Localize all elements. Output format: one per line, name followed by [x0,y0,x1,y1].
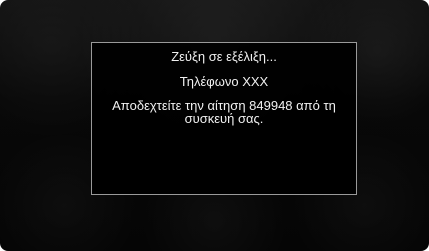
pairing-status-text: Ζεύξη σε εξέλιξη... [171,49,277,64]
device-name-text: Τηλέφωνο XXX [179,74,269,89]
pairing-instruction-text: Αποδεχτείτε την αίτηση 849948 από τη συσ… [112,98,336,126]
pairing-dialog: Ζεύξη σε εξέλιξη... Τηλέφωνο XXX Αποδεχτ… [91,42,357,195]
screen: Ζεύξη σε εξέλιξη... Τηλέφωνο XXX Αποδεχτ… [0,0,429,251]
